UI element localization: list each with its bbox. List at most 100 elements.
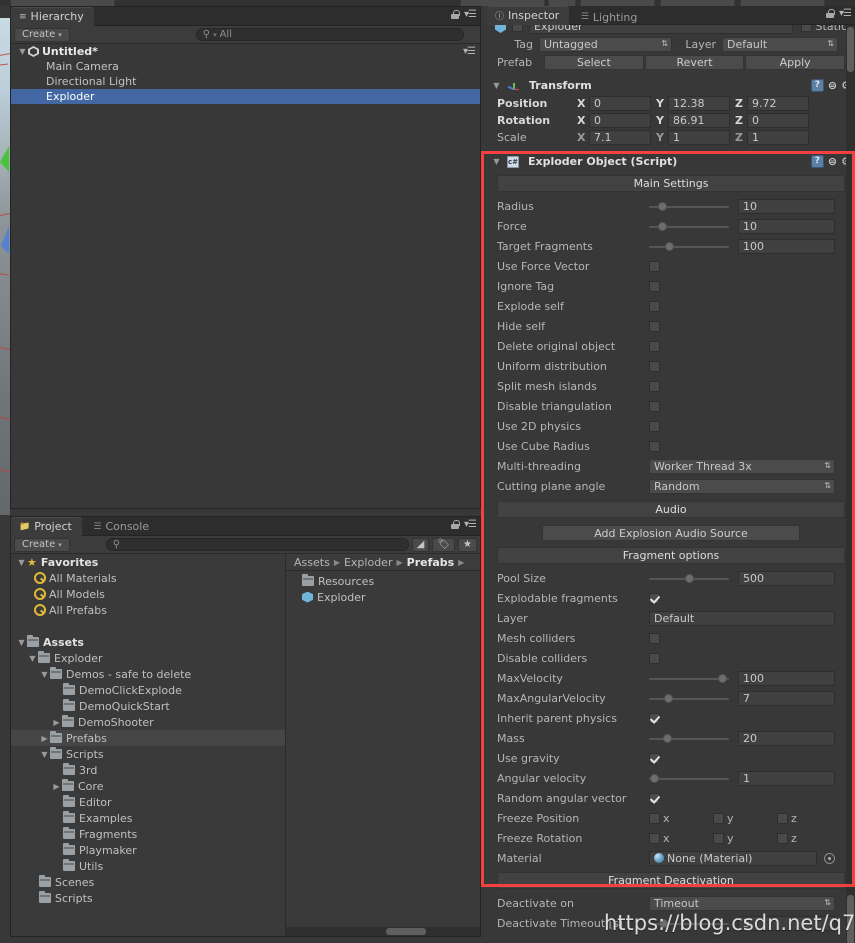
- freeze-position-y-checkbox[interactable]: [713, 812, 724, 824]
- project-favorites-group[interactable]: ▼ ★ Favorites: [11, 554, 285, 570]
- slider-knob[interactable]: [658, 221, 667, 231]
- explode-self-checkbox[interactable]: [649, 300, 660, 312]
- panel-menu-icon[interactable]: ▾☰: [464, 9, 477, 20]
- freeze-rotation-y-checkbox[interactable]: [713, 832, 724, 844]
- chevron-down-icon[interactable]: ▼: [27, 654, 38, 663]
- deactivate-on-dropdown[interactable]: Timeout ⇅: [649, 895, 835, 911]
- hierarchy-item-directional-light[interactable]: ▶ Directional Light: [11, 74, 480, 89]
- project-tree-item-core[interactable]: ▶ Core: [11, 778, 285, 794]
- chevron-right-icon[interactable]: ▶: [51, 782, 62, 791]
- tab-lighting[interactable]: ☰ Lighting: [573, 8, 648, 27]
- project-tree-item-3rd[interactable]: 3rd: [11, 762, 285, 778]
- project-favorite-all-models[interactable]: All Models: [11, 586, 285, 602]
- cutting-plane-angle-dropdown[interactable]: Random ⇅: [649, 478, 835, 494]
- rotation-y-field[interactable]: 86.91: [668, 113, 730, 128]
- delete-original-object-checkbox[interactable]: [649, 340, 660, 352]
- project-favorite-all-prefabs[interactable]: All Prefabs: [11, 602, 285, 618]
- maxvelocity-slider[interactable]: [649, 671, 729, 686]
- chevron-down-icon[interactable]: ▼: [39, 750, 50, 759]
- project-search-input[interactable]: ⚲: [105, 538, 409, 551]
- fragment-layer-field[interactable]: Default: [649, 610, 835, 626]
- slider-knob[interactable]: [685, 573, 694, 583]
- freeze-rotation-x-checkbox[interactable]: [649, 832, 660, 844]
- preset-icon[interactable]: ⊜: [828, 155, 837, 168]
- panel-menu-icon[interactable]: ▾☰: [464, 519, 477, 530]
- position-z-field[interactable]: 9.72: [747, 96, 809, 111]
- project-tree-item-demoshooter[interactable]: ▶ DemoShooter: [11, 714, 285, 730]
- tab-project[interactable]: 📁 Project: [11, 517, 82, 536]
- random-angular-vector-checkbox[interactable]: [649, 792, 660, 804]
- uniform-distribution-checkbox[interactable]: [649, 360, 660, 372]
- help-icon[interactable]: ?: [810, 79, 824, 92]
- rotation-z-field[interactable]: 0: [747, 113, 809, 128]
- use-cube-radius-checkbox[interactable]: [649, 440, 660, 452]
- use-gravity-checkbox[interactable]: [649, 752, 660, 764]
- scale-z-field[interactable]: 1: [747, 130, 809, 145]
- chevron-right-icon[interactable]: ▶: [51, 718, 62, 727]
- pool-size-slider[interactable]: [649, 571, 729, 586]
- scale-x-field[interactable]: 7.1: [589, 130, 651, 145]
- hierarchy-scene-row[interactable]: ▼ Untitled* ▾☰: [11, 44, 480, 59]
- project-tree-item-exploder[interactable]: ▼ Exploder: [11, 650, 285, 666]
- material-object-picker-icon[interactable]: [824, 852, 835, 864]
- project-tree-item-utils[interactable]: Utils: [11, 858, 285, 874]
- breadcrumb-prefabs[interactable]: Prefabs: [407, 556, 455, 569]
- material-object-field[interactable]: None (Material): [649, 850, 817, 866]
- hierarchy-create-button[interactable]: Create ▾: [14, 27, 70, 42]
- prefab-apply-button[interactable]: Apply: [745, 54, 846, 70]
- asset-item-resources[interactable]: Resources: [286, 573, 480, 589]
- maxangularvelocity-field[interactable]: 7: [738, 690, 835, 706]
- target-fragments-field[interactable]: 100: [738, 238, 835, 254]
- exploder-component-header[interactable]: ▼ c# Exploder Object (Script) ? ⊜ ⚙: [487, 152, 855, 171]
- panel-menu-icon[interactable]: ▾☰: [839, 8, 852, 19]
- preset-icon[interactable]: ⊜: [828, 79, 837, 92]
- static-checkbox[interactable]: [800, 25, 812, 32]
- chevron-right-icon[interactable]: ▶: [39, 734, 50, 743]
- maxangularvelocity-slider[interactable]: [649, 691, 729, 706]
- prefab-revert-button[interactable]: Revert: [644, 54, 745, 70]
- chevron-down-icon[interactable]: ▼: [491, 81, 502, 90]
- chevron-down-icon[interactable]: ▼: [17, 47, 28, 56]
- mass-slider[interactable]: [649, 731, 729, 746]
- tab-hierarchy[interactable]: ≡ Hierarchy: [11, 7, 94, 26]
- project-tree-item-scripts[interactable]: ▼ Scripts: [11, 746, 285, 762]
- rotation-x-field[interactable]: 0: [589, 113, 651, 128]
- tag-dropdown[interactable]: Untagged ⇅: [539, 36, 672, 52]
- slider-knob[interactable]: [665, 241, 674, 251]
- scroll-thumb[interactable]: [847, 27, 854, 72]
- use-2d-physics-checkbox[interactable]: [649, 420, 660, 432]
- inherit-parent-physics-checkbox[interactable]: [649, 712, 660, 724]
- project-tree-item-democlickexplode[interactable]: DemoClickExplode: [11, 682, 285, 698]
- target-fragments-slider[interactable]: [649, 239, 729, 254]
- chevron-down-icon[interactable]: ▼: [491, 157, 502, 166]
- transform-component-header[interactable]: ▼ Transform ? ⊜ ⚙: [487, 76, 855, 95]
- ignore-tag-checkbox[interactable]: [649, 280, 660, 292]
- project-tree[interactable]: ▼ ★ Favorites All Materials All Models A…: [11, 554, 286, 936]
- tab-inspector[interactable]: ⓘ Inspector: [487, 6, 570, 25]
- force-field[interactable]: 10: [738, 218, 835, 234]
- filter-by-label-button[interactable]: 🏷: [432, 537, 456, 552]
- project-tree-item-examples[interactable]: Examples: [11, 810, 285, 826]
- multi-threading-dropdown[interactable]: Worker Thread 3x ⇅: [649, 458, 835, 474]
- chevron-down-icon[interactable]: ▼: [16, 638, 27, 647]
- freeze-rotation-z-checkbox[interactable]: [777, 832, 788, 844]
- breadcrumb-exploder[interactable]: Exploder: [344, 556, 393, 569]
- chevron-down-icon[interactable]: ▼: [39, 670, 50, 679]
- freeze-position-z-checkbox[interactable]: [777, 812, 788, 824]
- lock-icon[interactable]: [451, 10, 460, 19]
- project-tree-item-fragments[interactable]: Fragments: [11, 826, 285, 842]
- disable-triangulation-checkbox[interactable]: [649, 400, 660, 412]
- hierarchy-item-exploder[interactable]: ▶ Exploder: [11, 89, 480, 104]
- filter-by-type-button[interactable]: ◢: [411, 537, 430, 552]
- project-tree-item-editor[interactable]: Editor: [11, 794, 285, 810]
- slider-knob[interactable]: [718, 673, 727, 683]
- angular-velocity-field[interactable]: 1: [738, 770, 835, 786]
- project-asset-list[interactable]: Assets ▶ Exploder ▶ Prefabs ▶ Resources …: [286, 554, 480, 936]
- scene-view[interactable]: [0, 18, 10, 515]
- help-icon[interactable]: ?: [810, 155, 824, 168]
- slider-knob[interactable]: [658, 201, 667, 211]
- mass-field[interactable]: 20: [738, 730, 835, 746]
- project-tree-item-scenes[interactable]: Scenes: [11, 874, 285, 890]
- chevron-down-icon[interactable]: ▼: [16, 558, 27, 567]
- project-assets-group[interactable]: ▼ Assets: [11, 634, 285, 650]
